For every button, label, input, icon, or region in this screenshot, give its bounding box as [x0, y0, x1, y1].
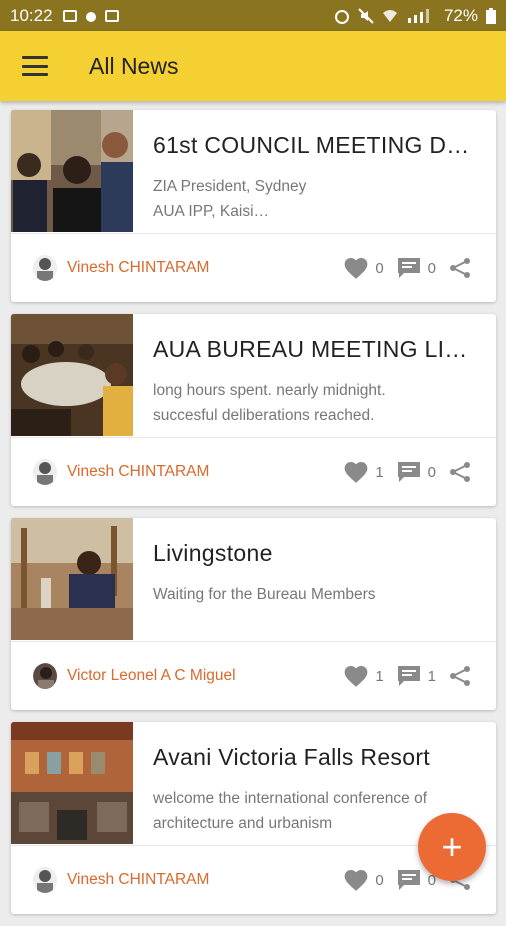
comment-icon[interactable]: [396, 256, 422, 280]
calendar-notification-icon: [104, 9, 119, 22]
author-avatar[interactable]: [33, 255, 57, 281]
plus-icon: +: [441, 826, 463, 867]
news-description-line: succesful deliberations reached.: [153, 407, 375, 424]
author-name[interactable]: Vinesh CHINTARAM: [67, 463, 209, 481]
status-bar: 10:22 72%: [0, 0, 506, 31]
comment-icon[interactable]: [396, 664, 422, 688]
news-title: 61st COUNCIL MEETING D…: [153, 132, 470, 158]
signal-icon: [407, 8, 429, 23]
news-title: Avani Victoria Falls Resort: [153, 744, 430, 770]
news-description-line: long hours spent. nearly midnight.: [153, 382, 386, 399]
wifi-icon: [382, 9, 397, 22]
like-count: 0: [375, 259, 384, 277]
news-thumbnail: [11, 110, 133, 232]
bug-notification-icon: [85, 11, 96, 22]
app-bar: All News: [0, 31, 506, 101]
comment-icon[interactable]: [396, 868, 422, 892]
news-thumbnail: [11, 722, 133, 844]
news-description-line: Waiting for the Bureau Members: [153, 586, 376, 603]
news-description-line: welcome the international conference of: [153, 790, 427, 807]
author-avatar[interactable]: [33, 663, 57, 689]
news-thumbnail: [11, 314, 133, 436]
author-avatar[interactable]: [33, 867, 57, 893]
news-description: ZIA President, Sydney AUA IPP, Kaisi…: [153, 174, 473, 224]
comment-count: 1: [427, 667, 436, 685]
card-footer: Victor Leonel A C Miguel 1 1: [11, 642, 496, 710]
card-footer: Vinesh CHINTARAM 1 0: [11, 438, 496, 506]
news-title: AUA BUREAU MEETING LI…: [153, 336, 468, 362]
news-description: Waiting for the Bureau Members: [153, 582, 473, 607]
like-icon[interactable]: [343, 664, 369, 688]
status-time: 10:22: [10, 5, 53, 25]
news-title: Livingstone: [153, 540, 273, 566]
battery-percent: 72%: [443, 5, 478, 25]
news-description-line: ZIA President, Sydney: [153, 178, 307, 195]
comment-count: 0: [427, 259, 436, 277]
comment-icon[interactable]: [396, 460, 422, 484]
card-actions: 0 0: [343, 256, 472, 280]
author-name[interactable]: Vinesh CHINTARAM: [67, 871, 209, 889]
news-description: long hours spent. nearly midnight. succe…: [153, 378, 473, 428]
like-icon[interactable]: [343, 460, 369, 484]
card-actions: 1 1: [343, 664, 472, 688]
share-icon[interactable]: [448, 664, 472, 688]
author-name[interactable]: Victor Leonel A C Miguel: [67, 667, 236, 685]
news-card[interactable]: AUA BUREAU MEETING LI… long hours spent.…: [11, 314, 496, 506]
author-name[interactable]: Vinesh CHINTARAM: [67, 259, 209, 277]
news-card[interactable]: 61st COUNCIL MEETING D… ZIA President, S…: [11, 110, 496, 302]
notification-icons: [62, 9, 119, 23]
like-count: 1: [375, 667, 384, 685]
card-actions: 1 0: [343, 460, 472, 484]
hamburger-menu-icon[interactable]: [22, 56, 48, 76]
like-icon[interactable]: [343, 868, 369, 892]
comment-count: 0: [427, 463, 436, 481]
system-icons: 72%: [334, 6, 496, 26]
like-count: 1: [375, 463, 384, 481]
like-count: 0: [375, 871, 384, 889]
page-title: All News: [89, 52, 179, 79]
share-icon[interactable]: [448, 460, 472, 484]
battery-icon: [486, 7, 496, 24]
like-icon[interactable]: [343, 256, 369, 280]
news-thumbnail: [11, 518, 133, 640]
card-footer: Vinesh CHINTARAM 0 0: [11, 234, 496, 302]
alarm-icon: [334, 9, 349, 24]
news-card[interactable]: Avani Victoria Falls Resort welcome the …: [11, 722, 496, 914]
author-avatar[interactable]: [33, 459, 57, 485]
image-notification-icon: [62, 9, 77, 22]
news-card[interactable]: Livingstone Waiting for the Bureau Membe…: [11, 518, 496, 710]
news-description-line: AUA IPP, Kaisi…: [153, 203, 270, 220]
mute-icon: [358, 7, 374, 24]
add-news-button[interactable]: +: [418, 813, 486, 881]
share-icon[interactable]: [448, 256, 472, 280]
news-list: 61st COUNCIL MEETING D… ZIA President, S…: [11, 110, 496, 926]
